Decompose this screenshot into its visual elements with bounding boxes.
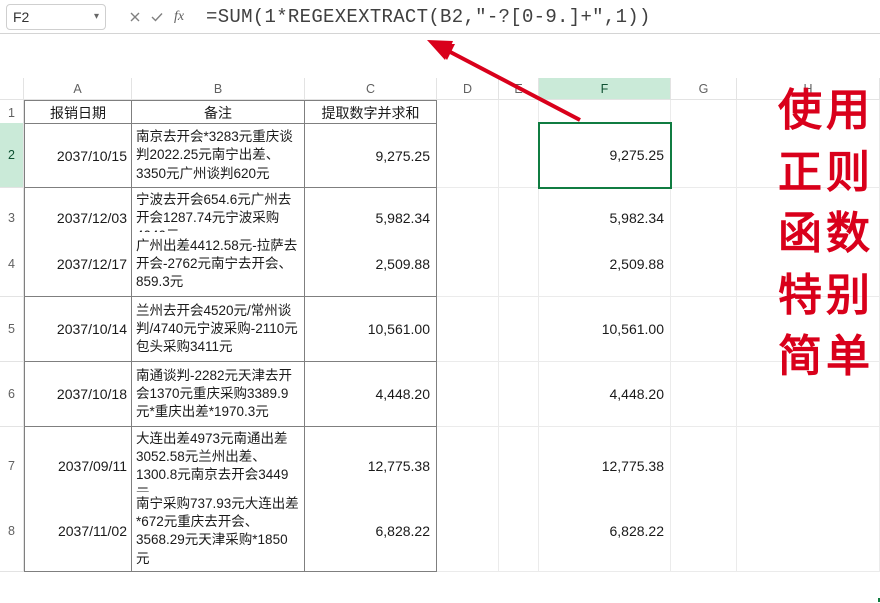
cell-sum[interactable]: 10,561.00 xyxy=(305,297,437,362)
cell-empty[interactable] xyxy=(437,297,499,362)
cell-date[interactable]: 2037/10/18 xyxy=(24,362,132,427)
cell-empty[interactable] xyxy=(671,232,737,297)
cell-result[interactable]: 10,561.00 xyxy=(539,297,671,362)
cell-empty[interactable] xyxy=(499,297,539,362)
cell-note[interactable]: 南京去开会*3283元重庆谈判2022.25元南宁出差、3350元广州谈判620… xyxy=(132,123,305,188)
col-header-E[interactable]: E xyxy=(499,78,539,100)
table-row: 22037/10/15南京去开会*3283元重庆谈判2022.25元南宁出差、3… xyxy=(0,123,880,188)
table-row: 82037/11/02南宁采购737.93元大连出差*672元重庆去开会、356… xyxy=(0,492,880,557)
row-number[interactable]: 6 xyxy=(0,362,24,427)
cell-sum[interactable]: 2,509.88 xyxy=(305,232,437,297)
col-header-H[interactable]: H xyxy=(737,78,880,100)
cell-note[interactable]: 南宁采购737.93元大连出差*672元重庆去开会、3568.29元天津采购*1… xyxy=(132,492,305,572)
table-row: 32037/12/03宁波去开会654.6元广州去开会1287.74元宁波采购4… xyxy=(0,188,880,232)
cell-note[interactable]: 南通谈判-2282元天津去开会1370元重庆采购3389.9元*重庆出差*197… xyxy=(132,362,305,427)
header-row: 1 报销日期 备注 提取数字并求和 xyxy=(0,100,880,123)
cell-empty[interactable] xyxy=(499,362,539,427)
cell-empty[interactable] xyxy=(737,362,880,427)
table-row: 62037/10/18南通谈判-2282元天津去开会1370元重庆采购3389.… xyxy=(0,362,880,427)
cell-sum[interactable]: 9,275.25 xyxy=(305,123,437,188)
cancel-icon[interactable] xyxy=(126,8,144,26)
col-header-F[interactable]: F xyxy=(539,78,671,100)
cell-empty[interactable] xyxy=(737,492,880,572)
cell-empty[interactable] xyxy=(499,492,539,572)
name-box[interactable]: F2 ▾ xyxy=(6,4,106,30)
cell-date[interactable]: 2037/12/17 xyxy=(24,232,132,297)
fx-icon[interactable]: fx xyxy=(170,8,188,26)
cell-empty[interactable] xyxy=(437,492,499,572)
table-row: 72037/09/11大连出差4973元南通出差3052.58元兰州出差、130… xyxy=(0,427,880,492)
chevron-down-icon[interactable]: ▾ xyxy=(94,11,99,22)
cell-empty[interactable] xyxy=(671,123,737,188)
col-header-A[interactable]: A xyxy=(24,78,132,100)
column-header-row: A B C D E F G H xyxy=(0,78,880,100)
col-header-G[interactable]: G xyxy=(671,78,737,100)
row-number[interactable]: 8 xyxy=(0,492,24,572)
cell-empty[interactable] xyxy=(437,123,499,188)
cell-empty[interactable] xyxy=(499,232,539,297)
col-header-B[interactable]: B xyxy=(132,78,305,100)
col-header-D[interactable]: D xyxy=(437,78,499,100)
cell-empty[interactable] xyxy=(671,492,737,572)
table-row: 52037/10/14兰州去开会4520元/常州谈判/4740元宁波采购-211… xyxy=(0,297,880,362)
formula-bar: F2 ▾ fx =SUM(1*REGEXEXTRACT(B2,"-?[0-9.]… xyxy=(0,0,880,34)
spreadsheet-grid: A B C D E F G H 1 报销日期 备注 提取数字并求和 22037/… xyxy=(0,78,880,600)
cell-empty[interactable] xyxy=(737,297,880,362)
cell-empty[interactable] xyxy=(737,123,880,188)
select-all-corner[interactable] xyxy=(0,78,24,100)
formula-bar-buttons: fx xyxy=(122,8,192,26)
cell-date[interactable]: 2037/11/02 xyxy=(24,492,132,572)
row-number[interactable]: 5 xyxy=(0,297,24,362)
cell-empty[interactable] xyxy=(671,362,737,427)
cell-date[interactable]: 2037/10/14 xyxy=(24,297,132,362)
formula-text: =SUM(1*REGEXEXTRACT(B2,"-?[0-9.]+",1)) xyxy=(206,6,651,28)
enter-icon[interactable] xyxy=(148,8,166,26)
row-number[interactable]: 2 xyxy=(0,123,24,188)
cell-empty[interactable] xyxy=(737,232,880,297)
cell-date[interactable]: 2037/10/15 xyxy=(24,123,132,188)
cell-sum[interactable]: 4,448.20 xyxy=(305,362,437,427)
table-row: 42037/12/17广州出差4412.58元-拉萨去开会-2762元南宁去开会… xyxy=(0,232,880,297)
row-number[interactable]: 4 xyxy=(0,232,24,297)
cell-result[interactable]: 4,448.20 xyxy=(539,362,671,427)
cell-empty[interactable] xyxy=(437,362,499,427)
cell-sum[interactable]: 6,828.22 xyxy=(305,492,437,572)
ribbon-gap xyxy=(0,34,880,76)
cell-note[interactable]: 广州出差4412.58元-拉萨去开会-2762元南宁去开会、859.3元 xyxy=(132,232,305,297)
name-box-value: F2 xyxy=(13,9,90,25)
col-header-C[interactable]: C xyxy=(305,78,437,100)
cell-note[interactable]: 兰州去开会4520元/常州谈判/4740元宁波采购-2110元包头采购3411元 xyxy=(132,297,305,362)
cell-result[interactable]: 9,275.25 xyxy=(539,123,671,188)
cell-empty[interactable] xyxy=(499,123,539,188)
cell-empty[interactable] xyxy=(437,232,499,297)
cell-result[interactable]: 2,509.88 xyxy=(539,232,671,297)
formula-input-area[interactable]: =SUM(1*REGEXEXTRACT(B2,"-?[0-9.]+",1)) xyxy=(198,6,874,28)
cell-empty[interactable] xyxy=(671,297,737,362)
cell-result[interactable]: 6,828.22 xyxy=(539,492,671,572)
